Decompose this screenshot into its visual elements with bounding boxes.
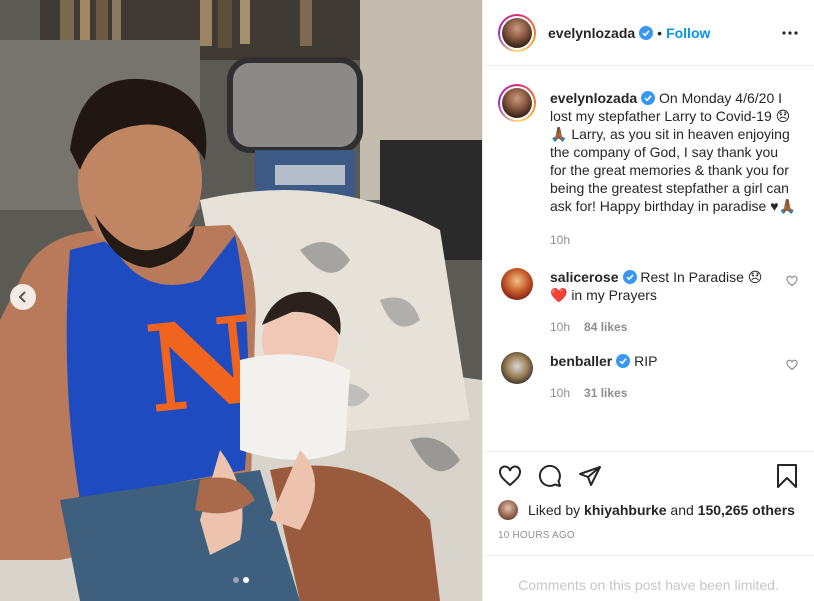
instagram-post: N evelynlozada • Follow evelynlozada On … (0, 0, 814, 601)
liked-by: Liked by khiyahburke and 150,265 others (498, 500, 798, 520)
commenter-avatar[interactable] (501, 268, 533, 300)
verified-badge-icon (622, 270, 637, 284)
comment-time[interactable]: 10h (550, 318, 570, 336)
post-actions: Liked by khiyahburke and 150,265 others … (483, 451, 814, 601)
comment-likes[interactable]: 84 likes (584, 318, 627, 336)
comment-item: benballer RIP 10h 31 likes (498, 352, 798, 402)
carousel-dot-2 (243, 577, 249, 583)
heart-icon[interactable] (786, 274, 798, 292)
commenter-avatar[interactable] (501, 352, 533, 384)
carousel-prev-button[interactable] (10, 284, 36, 310)
comments-section: evelynlozada On Monday 4/6/20 I lost my … (483, 66, 814, 451)
author-username[interactable]: evelynlozada (548, 25, 635, 41)
comment-time[interactable]: 10h (550, 384, 570, 402)
comment-likes[interactable]: 31 likes (584, 384, 627, 402)
caption-time[interactable]: 10h (550, 231, 570, 249)
follow-button[interactable]: Follow (666, 25, 710, 41)
verified-badge-icon (639, 25, 654, 40)
comment-icon[interactable] (538, 464, 562, 488)
author-avatar[interactable] (498, 13, 536, 52)
verified-badge-icon (641, 91, 656, 105)
heart-icon[interactable] (498, 464, 522, 488)
more-options-icon[interactable] (782, 30, 798, 35)
heart-icon[interactable] (786, 358, 798, 376)
post-side-panel: evelynlozada • Follow evelynlozada On Mo… (482, 0, 814, 601)
post-header: evelynlozada • Follow (483, 0, 814, 66)
commenter-username[interactable]: salicerose (550, 269, 619, 285)
carousel-indicator (0, 577, 482, 583)
photo-illustration: N (0, 0, 482, 601)
caption-username[interactable]: evelynlozada (550, 90, 637, 106)
comment-item: salicerose Rest In Paradise 😞 ❤️ in my P… (498, 268, 798, 352)
caption-text: On Monday 4/6/20 I lost my stepfather La… (550, 90, 796, 214)
comment-text: RIP (634, 353, 658, 369)
caption-avatar[interactable] (498, 84, 536, 122)
bookmark-icon[interactable] (776, 464, 798, 488)
post-photo[interactable]: N (0, 0, 482, 601)
caption: evelynlozada On Monday 4/6/20 I lost my … (498, 84, 798, 264)
liked-by-user[interactable]: khiyahburke (584, 502, 666, 518)
header-separator: • (657, 24, 663, 41)
liked-by-count[interactable]: 150,265 others (698, 502, 795, 518)
verified-badge-icon (616, 354, 631, 368)
chevron-left-icon (18, 291, 26, 303)
commenter-username[interactable]: benballer (550, 353, 612, 369)
comments-limited-notice: Comments on this post have been limited. (483, 555, 814, 593)
liked-by-prefix: Liked by (528, 502, 581, 518)
post-timestamp[interactable]: 10 HOURS AGO (498, 530, 798, 541)
carousel-dot-1 (233, 577, 239, 583)
liker-avatar[interactable] (498, 500, 518, 520)
share-icon[interactable] (578, 464, 602, 488)
liked-by-middle: and (670, 502, 694, 518)
